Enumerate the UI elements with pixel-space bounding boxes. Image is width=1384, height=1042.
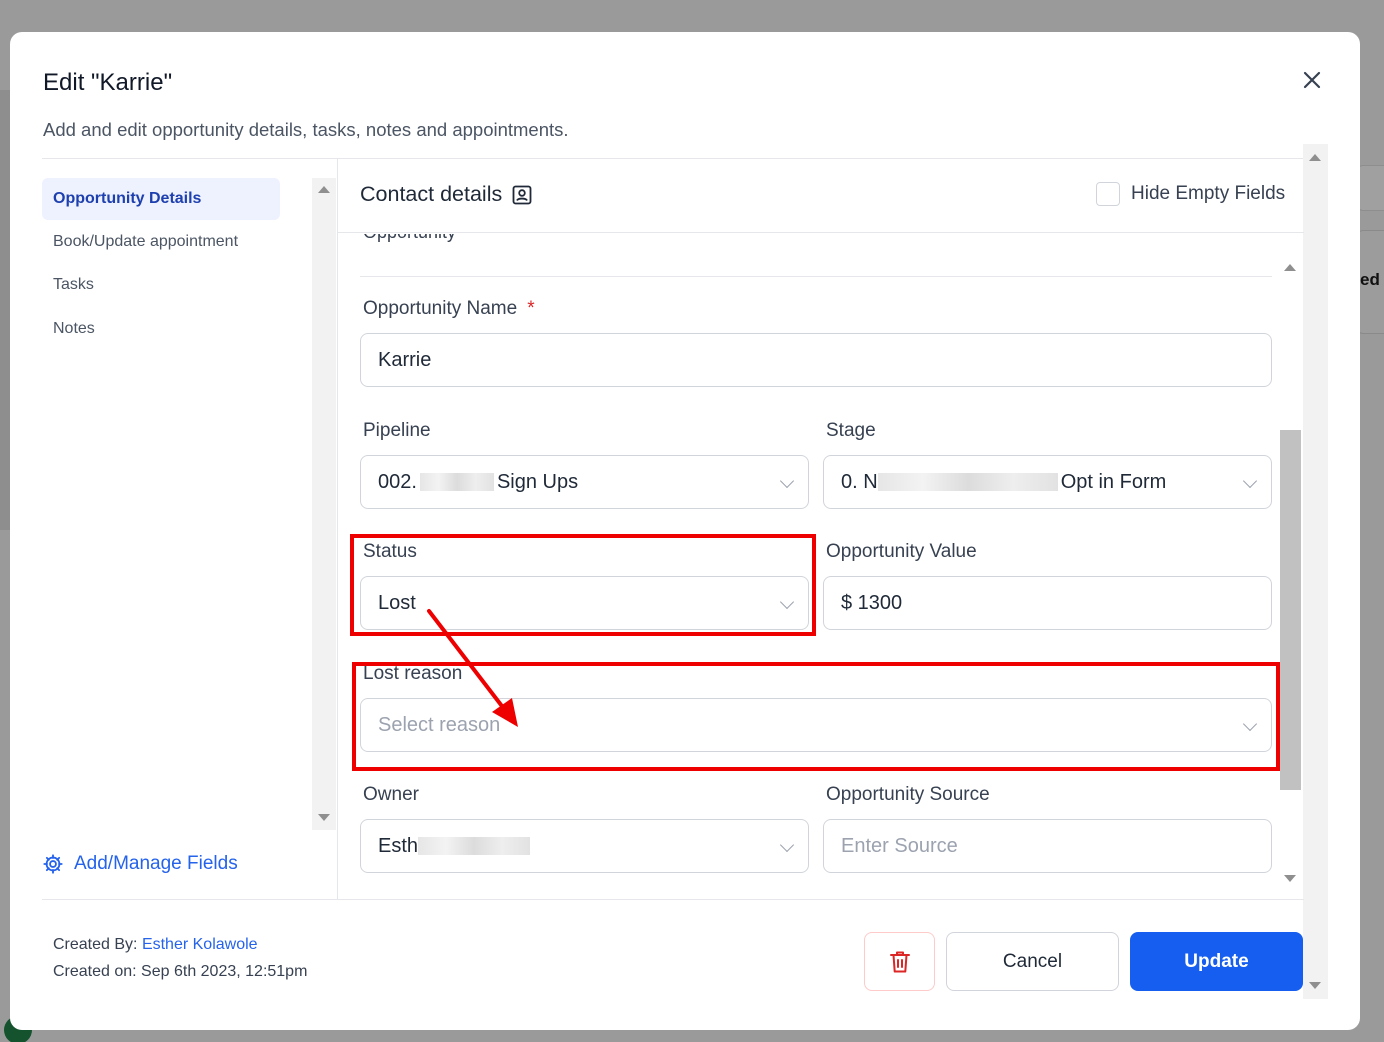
opportunity-name-label: Opportunity Name *: [363, 298, 535, 320]
section-title: Contact details: [360, 182, 532, 207]
hide-empty-checkbox[interactable]: [1096, 182, 1120, 206]
scroll-down-icon[interactable]: [1284, 875, 1296, 882]
cancel-button[interactable]: Cancel: [946, 932, 1119, 991]
created-on: Created on: Sep 6th 2023, 12:51pm: [53, 963, 308, 980]
update-button[interactable]: Update: [1130, 932, 1303, 991]
section-title-text: Contact details: [360, 182, 503, 206]
background-card-text: ed: [1360, 270, 1380, 289]
hide-empty-label: Hide Empty Fields: [1131, 183, 1286, 204]
modal-subtitle: Add and edit opportunity details, tasks,…: [43, 119, 569, 140]
add-manage-fields-label: Add/Manage Fields: [74, 853, 238, 874]
required-marker: *: [527, 298, 535, 319]
sidebar-scrollbar[interactable]: [312, 178, 336, 830]
chevron-down-icon: [1242, 473, 1258, 489]
stage-value-end: Opt in Form: [1060, 470, 1167, 493]
delete-button[interactable]: [864, 932, 935, 991]
scroll-up-icon[interactable]: [1284, 264, 1296, 271]
created-by-link[interactable]: Esther Kolawole: [142, 936, 258, 953]
contact-card-icon: [512, 185, 532, 204]
form-scrollbar-thumb[interactable]: [1280, 430, 1301, 790]
gear-icon: [43, 854, 63, 874]
opportunity-value-value: $ 1300: [841, 591, 903, 614]
opportunity-source-placeholder: Enter Source: [841, 834, 958, 857]
footer-divider: [42, 899, 1304, 900]
chevron-down-icon: [779, 473, 795, 489]
sidebar-item-opportunity-details[interactable]: Opportunity Details: [42, 178, 280, 220]
scroll-up-icon[interactable]: [1309, 154, 1321, 161]
content-divider-vertical: [337, 158, 338, 900]
owner-label: Owner: [363, 784, 419, 805]
sidebar-item-notes[interactable]: Notes: [42, 308, 280, 350]
modal-title: Edit "Karrie": [43, 69, 173, 96]
scroll-down-icon[interactable]: [1309, 982, 1321, 989]
stage-select[interactable]: 0. N Opt in Form: [823, 455, 1272, 509]
content-header-divider: [338, 232, 1304, 233]
hide-empty-fields-toggle[interactable]: Hide Empty Fields: [1096, 182, 1285, 206]
stage-label: Stage: [826, 420, 876, 441]
opportunity-name-input[interactable]: Karrie: [360, 333, 1272, 387]
created-by: Created By: Esther Kolawole: [53, 936, 258, 954]
opportunity-name-label-text: Opportunity Name: [363, 298, 518, 319]
redacted-text: [877, 473, 1058, 491]
redacted-text: [419, 473, 494, 491]
opportunity-value-input[interactable]: $ 1300: [823, 576, 1272, 630]
stage-value-start: 0. N: [841, 470, 878, 493]
owner-value-start: Esth: [378, 834, 419, 857]
scroll-down-icon[interactable]: [318, 814, 330, 821]
header-divider: [42, 158, 1328, 159]
section-divider: [360, 276, 1272, 277]
modal-scrollbar[interactable]: [1303, 144, 1328, 999]
opportunity-name-value: Karrie: [378, 348, 432, 371]
edit-opportunity-modal: Edit "Karrie" Add and edit opportunity d…: [10, 32, 1360, 1030]
clipped-section-heading: Opportunity: [363, 234, 963, 260]
created-by-label: Created By:: [53, 936, 138, 953]
sidebar-item-tasks[interactable]: Tasks: [42, 264, 280, 306]
pipeline-value-start: 002.: [378, 470, 417, 493]
background-card: [1357, 165, 1384, 211]
pipeline-select[interactable]: 002. Sign Ups: [360, 455, 809, 509]
add-manage-fields-link[interactable]: Add/Manage Fields: [42, 850, 238, 878]
trash-icon: [889, 951, 910, 972]
scroll-up-icon[interactable]: [318, 186, 330, 193]
pipeline-label: Pipeline: [363, 420, 431, 441]
opportunity-value-label: Opportunity Value: [826, 541, 977, 562]
chevron-down-icon: [779, 837, 795, 853]
annotation-arrow-icon: [427, 609, 518, 727]
sidebar-item-book-appointment[interactable]: Book/Update appointment: [42, 221, 280, 263]
pipeline-value-end: Sign Ups: [496, 470, 579, 493]
opportunity-source-input[interactable]: Enter Source: [823, 819, 1272, 873]
owner-select[interactable]: Esth: [360, 819, 809, 873]
opportunity-source-label: Opportunity Source: [826, 784, 990, 805]
redacted-text: [418, 837, 531, 855]
clipped-heading-text: Opportunity: [363, 234, 456, 243]
close-icon[interactable]: [1300, 68, 1324, 92]
